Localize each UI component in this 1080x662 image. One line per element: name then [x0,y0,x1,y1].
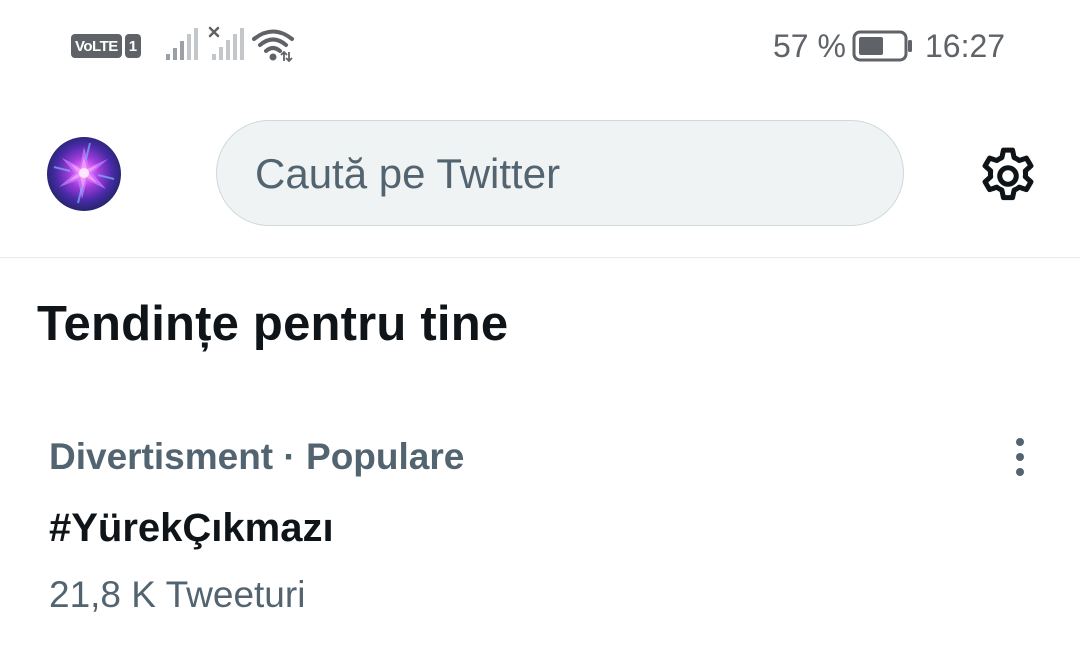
section-title: Tendințe pentru tine [37,297,509,351]
trend-meta: Divertisment · Populare [49,436,465,477]
no-signal-icon [208,26,244,60]
battery-icon [852,30,912,62]
avatar-art-icon [53,142,115,204]
avatar[interactable] [47,137,121,211]
sim-number: 1 [124,34,142,58]
search-box[interactable] [216,120,904,227]
more-vertical-icon [1016,438,1024,476]
status-bar: VoLTE 1 57 % 16:27 [0,0,1080,92]
signal-bars-icon [166,28,198,60]
battery-percent: 57 % [773,28,846,64]
trend-tweet-count: 21,8 K Tweeturi [49,574,306,615]
trend-name[interactable]: #YürekÇıkmazı [49,506,334,551]
volte-badge: VoLTE 1 [71,32,142,60]
search-input[interactable] [253,121,877,227]
more-options-button[interactable] [1000,432,1040,482]
explore-header [0,92,1080,258]
gear-icon [982,147,1034,201]
settings-button[interactable] [970,138,1046,214]
clock: 16:27 [925,28,1006,64]
trend-item[interactable]: Divertisment · Populare #YürekÇıkmazı 21… [0,420,1080,630]
wifi-icon [252,29,294,62]
volte-label: VoLTE [71,34,122,58]
header-divider [0,257,1080,258]
twitter-explore-screen: VoLTE 1 57 % 16:27 Caută pe Twitter Tend… [0,0,1080,662]
